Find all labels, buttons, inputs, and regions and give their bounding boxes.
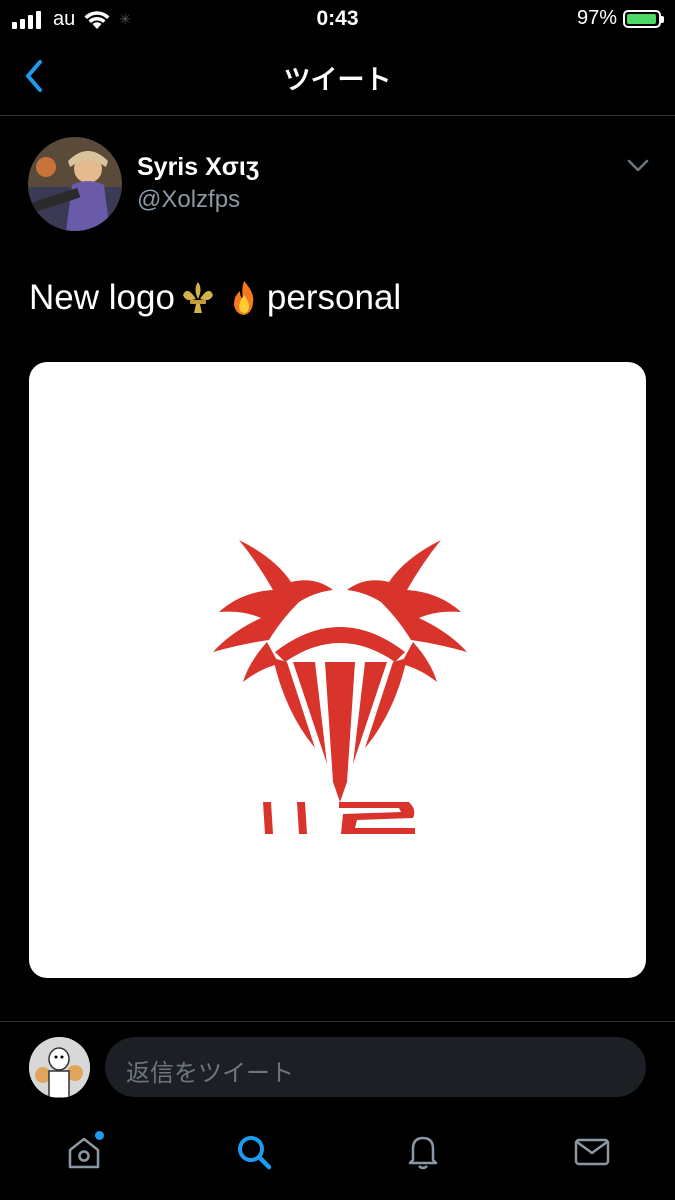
tweet-text: New logo personal xyxy=(29,278,401,318)
search-icon[interactable] xyxy=(234,1132,274,1172)
notifications-icon[interactable] xyxy=(403,1132,443,1172)
status-bar: au ✳ 0:43 97% xyxy=(0,0,675,38)
chevron-down-icon[interactable] xyxy=(626,158,650,174)
nav-bar: ツイート xyxy=(0,38,675,116)
messages-icon[interactable] xyxy=(572,1132,612,1172)
page-title: ツイート xyxy=(283,65,392,95)
author-handle[interactable]: @Xolzfps xyxy=(137,186,240,214)
reply-placeholder: 返信をツイート xyxy=(126,1060,294,1087)
author-display-name[interactable]: Syris Xσιʒ xyxy=(137,153,259,182)
tweet-media-image[interactable] xyxy=(29,362,646,978)
user-avatar[interactable] xyxy=(29,1037,90,1098)
divider xyxy=(0,1021,675,1022)
tweet-text-before: New logo xyxy=(29,278,175,317)
fire-emoji xyxy=(233,281,254,315)
status-time: 0:43 xyxy=(316,7,359,30)
notification-dot xyxy=(95,1131,104,1140)
reply-input[interactable]: 返信をツイート xyxy=(105,1037,646,1097)
tweet-text-after: personal xyxy=(266,278,402,317)
logo-mark xyxy=(213,540,467,834)
fleur-de-lis-emoji xyxy=(182,282,213,313)
battery-percent: 97% xyxy=(576,7,617,29)
battery-icon xyxy=(623,9,664,28)
author-avatar[interactable] xyxy=(28,137,122,231)
